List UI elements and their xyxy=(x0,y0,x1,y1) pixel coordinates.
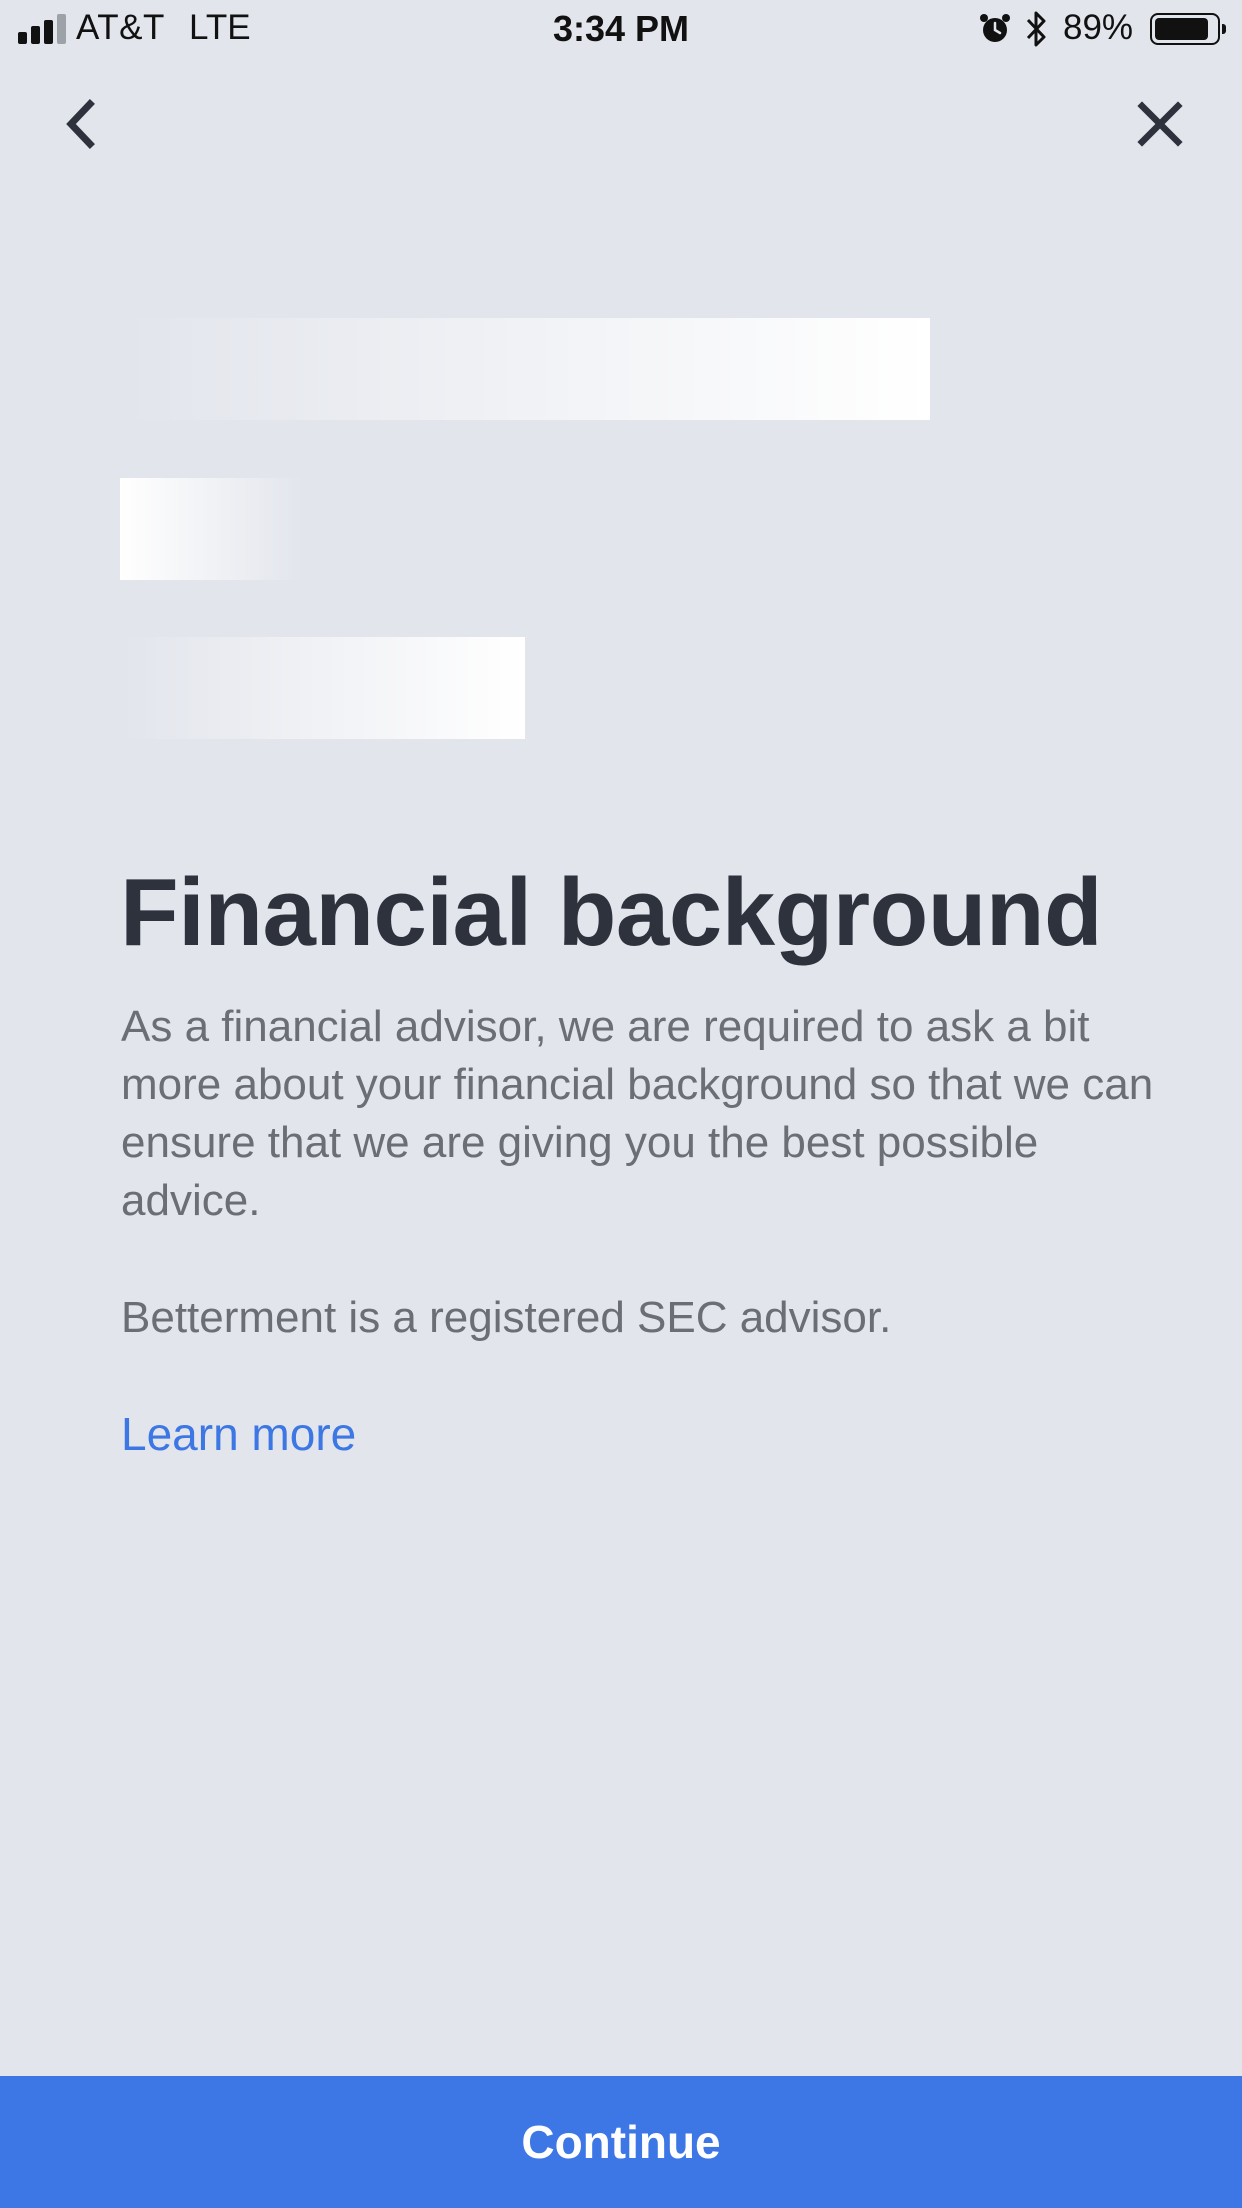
skeleton-placeholder xyxy=(120,637,525,739)
battery-percentage: 89% xyxy=(1063,8,1134,47)
skeleton-placeholder xyxy=(120,318,930,420)
continue-button[interactable]: Continue xyxy=(0,2076,1242,2208)
status-time: 3:34 PM xyxy=(552,8,690,49)
status-bar: AT&T LTE 3:34 PM 89% xyxy=(0,0,1242,62)
learn-more-link[interactable]: Learn more xyxy=(121,1405,356,1463)
bluetooth-icon xyxy=(1026,11,1046,47)
chevron-left-icon xyxy=(66,99,95,149)
registration-note: Betterment is a registered SEC advisor. xyxy=(121,1293,892,1342)
back-button[interactable] xyxy=(52,92,116,156)
alarm-icon xyxy=(980,14,1010,42)
skeleton-placeholder xyxy=(120,478,304,580)
close-button[interactable] xyxy=(1128,92,1192,156)
close-icon xyxy=(1137,101,1183,147)
description-text: As a financial advisor, we are required … xyxy=(121,1002,1154,1225)
page-title: Financial background xyxy=(120,859,1103,966)
battery-icon xyxy=(1150,13,1226,45)
